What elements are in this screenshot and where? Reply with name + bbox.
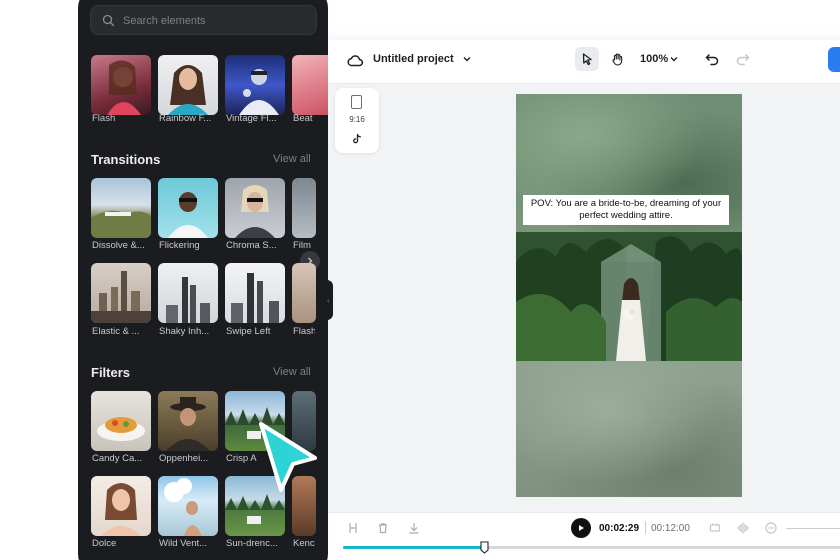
filter-thumb-wild[interactable]: [158, 476, 218, 536]
filter-thumb-candy[interactable]: [91, 391, 151, 451]
chevron-left-icon: ‹: [327, 296, 330, 305]
filter-thumb-oppenheimer[interactable]: [158, 391, 218, 451]
editor-toolbar: Untitled project 100%: [318, 40, 840, 84]
chevron-down-icon[interactable]: [461, 53, 473, 65]
search-box[interactable]: [90, 5, 317, 35]
transition-thumb-dissolve[interactable]: [91, 178, 151, 238]
transition-label: Flash: [293, 326, 315, 337]
search-input[interactable]: [123, 13, 303, 29]
freeze-frame-icon[interactable]: [708, 521, 722, 535]
download-icon[interactable]: [407, 521, 421, 535]
aspect-ratio-panel[interactable]: 9:16: [335, 88, 379, 153]
transition-thumb-swipe[interactable]: [225, 263, 285, 323]
transition-label: Shaky Inh...: [159, 326, 210, 337]
effect-thumb-vintage[interactable]: [225, 55, 285, 115]
effect-label: Vintage Fl...: [226, 113, 277, 124]
cursor-arrow-icon: [259, 422, 317, 492]
panel-collapse-handle[interactable]: ‹: [325, 280, 333, 320]
blurred-background-bottom: [516, 361, 742, 497]
transition-thumb-flickering[interactable]: [158, 178, 218, 238]
delete-icon[interactable]: [376, 521, 390, 535]
transition-thumb-chroma[interactable]: [225, 178, 285, 238]
cloud-icon[interactable]: [346, 52, 364, 70]
transition-label: Flickering: [159, 240, 200, 251]
hand-tool-button[interactable]: [605, 47, 629, 71]
select-tool-button[interactable]: [575, 47, 599, 71]
effect-label: Rainbow F...: [159, 113, 212, 124]
transition-label: Dissolve &...: [92, 240, 145, 251]
transition-thumb-flash[interactable]: [292, 263, 316, 323]
play-button[interactable]: [571, 518, 591, 538]
effect-label: Flash: [92, 113, 116, 124]
filter-label: Candy Ca...: [92, 453, 143, 464]
time-divider: [645, 521, 646, 534]
transition-label: Chroma S...: [226, 240, 277, 251]
total-time: 00:12:00: [651, 523, 690, 534]
split-icon[interactable]: [346, 521, 360, 535]
bride-photo: [516, 232, 742, 361]
filters-view-all-link[interactable]: View all: [273, 366, 311, 378]
transition-thumb-shaky[interactable]: [158, 263, 218, 323]
transition-label: Swipe Left: [226, 326, 271, 337]
filter-label: Wild Vent...: [159, 538, 208, 549]
transition-thumb-elastic[interactable]: [91, 263, 151, 323]
effect-thumb-rainbow[interactable]: [158, 55, 218, 115]
hand-icon: [611, 53, 622, 66]
export-button[interactable]: [828, 47, 840, 72]
effect-thumb-flash[interactable]: [91, 55, 151, 115]
filter-label: Sun-drenc...: [226, 538, 278, 549]
filter-label: Oppenhei...: [159, 453, 209, 464]
transition-label: Film: [293, 240, 311, 251]
caption-text-box[interactable]: POV: You are a bride-to-be, dreaming of …: [523, 195, 729, 225]
chevron-down-icon[interactable]: [668, 53, 680, 65]
zoom-slider[interactable]: [786, 528, 840, 529]
play-icon: [579, 525, 584, 531]
editor-window: Untitled project 100% 9:16 POV: You are …: [318, 40, 840, 560]
filter-thumb-dolce[interactable]: [91, 476, 151, 536]
zoom-level[interactable]: 100%: [640, 53, 668, 65]
mirror-icon[interactable]: [736, 521, 750, 535]
effect-thumb-beat[interactable]: [292, 55, 328, 115]
search-icon: [102, 14, 115, 27]
portrait-ratio-icon: [351, 95, 362, 109]
timeline-progress: [343, 546, 483, 549]
tiktok-icon: [353, 133, 361, 144]
pointer-icon: [582, 53, 592, 66]
current-time: 00:02:29: [599, 523, 640, 534]
project-name[interactable]: Untitled project: [373, 53, 454, 65]
transitions-title: Transitions: [91, 152, 161, 167]
video-canvas[interactable]: POV: You are a bride-to-be, dreaming of …: [516, 94, 742, 497]
undo-icon[interactable]: [703, 50, 721, 68]
ratio-label: 9:16: [349, 115, 365, 124]
transition-thumb-film[interactable]: [292, 178, 316, 238]
timeline-track[interactable]: [343, 546, 840, 549]
effect-label: Beat: [293, 113, 313, 124]
zoom-out-icon[interactable]: [764, 521, 778, 535]
transitions-view-all-link[interactable]: View all: [273, 153, 311, 165]
playback-bar: 00:02:29 00:12:00: [318, 512, 840, 560]
redo-icon[interactable]: [734, 50, 752, 68]
filter-label: Dolce: [92, 538, 117, 549]
playhead-handle[interactable]: [480, 541, 489, 554]
filters-title: Filters: [91, 365, 131, 380]
transition-label: Elastic & ...: [92, 326, 140, 337]
filter-label: Kenc: [293, 538, 315, 549]
